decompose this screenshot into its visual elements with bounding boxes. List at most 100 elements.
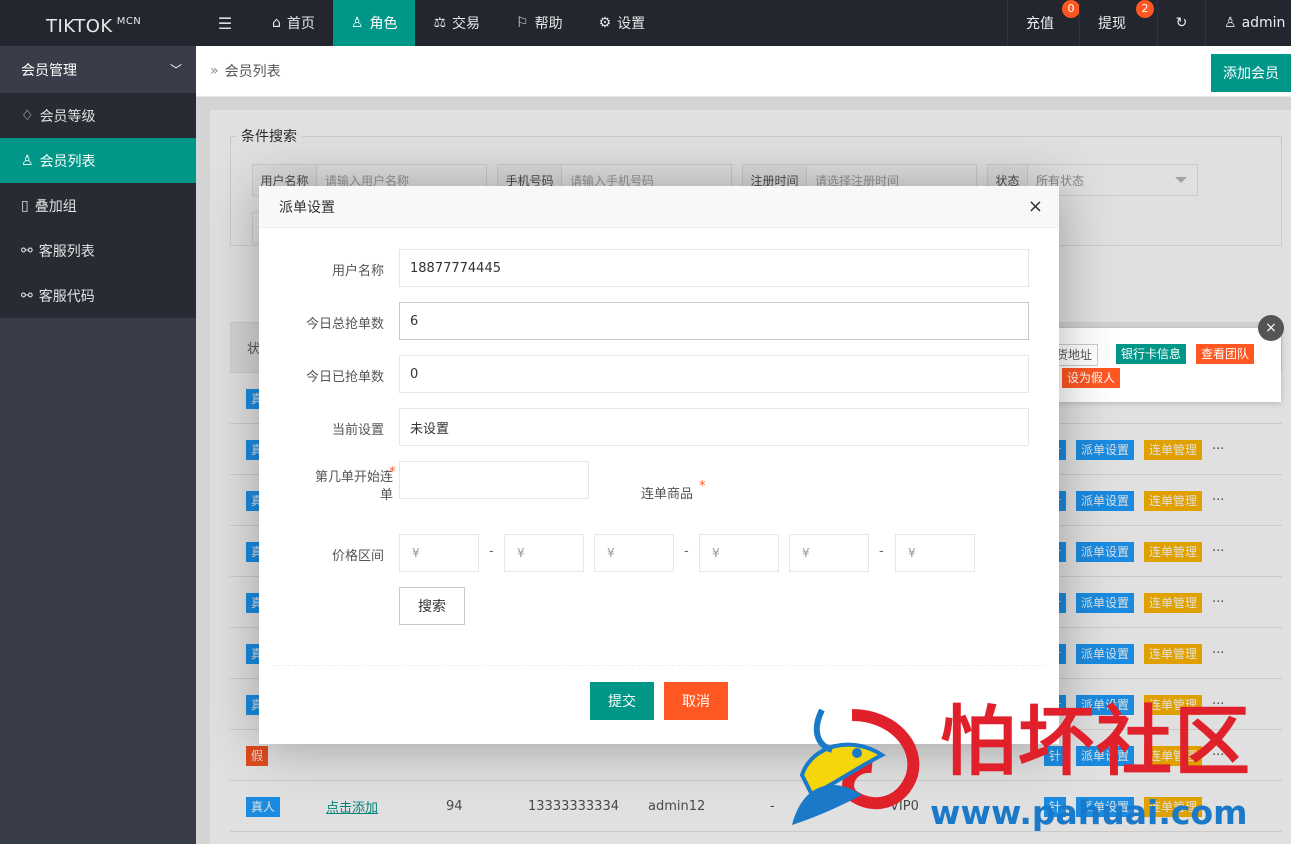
chevron-down-icon: ﹀ — [169, 63, 182, 77]
user-icon: ♙ — [350, 15, 364, 31]
form-row-chain-start: 第几单开始连单 * 连单商品 * — [273, 461, 1044, 511]
current-setting-field[interactable]: 未设置 — [399, 408, 1029, 446]
required-mark: * — [389, 465, 396, 480]
fish-logo-icon — [792, 708, 920, 825]
modal-body: 用户名称 18877774445 今日总抢单数 6 今日已抢单数 0 当前设置 … — [273, 238, 1044, 720]
range-separator: - — [489, 544, 494, 559]
dispatch-settings-modal: 派单设置 × 用户名称 18877774445 今日总抢单数 6 今日已抢单数 … — [259, 186, 1059, 744]
nav-label: 交易 — [452, 16, 481, 32]
top-nav: ⌂ 首页 ♙ 角色 ⚖ 交易 ⚐ 帮助 ⚙ 设置 — [254, 0, 663, 46]
cancel-button[interactable]: 取消 — [664, 682, 728, 720]
required-mark: * — [699, 479, 706, 494]
modal-header: 派单设置 — [259, 186, 1059, 228]
nav-item-settings[interactable]: ⚙ 设置 — [581, 0, 664, 46]
done-orders-field[interactable]: 0 — [399, 355, 1029, 393]
sidebar-group-label: 会员管理 — [21, 62, 77, 79]
sidebar-item-service-list[interactable]: ⚯ 客服列表 — [0, 228, 196, 273]
username-field[interactable]: 18877774445 — [399, 249, 1029, 287]
sidebar: 会员管理 ﹀ ♢ 会员等级 ♙ 会员列表 ▯ 叠加组 ⚯ 客服列表 ⚯ 客服代码 — [0, 46, 196, 844]
withdraw-label: 提现 — [1098, 16, 1126, 32]
sidebar-group-member[interactable]: 会员管理 ﹀ — [0, 46, 196, 93]
total-orders-field[interactable]: 6 — [399, 302, 1029, 340]
logo-text: TIKTOK — [46, 16, 113, 37]
diamond-icon: ♢ — [21, 107, 34, 124]
sidebar-submenu: ♢ 会员等级 ♙ 会员列表 ▯ 叠加组 ⚯ 客服列表 ⚯ 客服代码 — [0, 93, 196, 318]
recharge-badge: 0 — [1062, 0, 1080, 18]
breadcrumb: » 会员列表 添加会员 — [196, 46, 1291, 97]
form-row-current: 当前设置 未设置 — [273, 408, 1044, 446]
submit-button[interactable]: 提交 — [590, 682, 654, 720]
sidebar-item-member-level[interactable]: ♢ 会员等级 — [0, 93, 196, 138]
nav-label: 首页 — [286, 16, 315, 32]
home-icon: ⌂ — [272, 15, 281, 31]
price-max-3[interactable]: ¥ — [895, 534, 975, 572]
form-row-username: 用户名称 18877774445 — [273, 249, 1044, 287]
set-fake-button[interactable]: 设为假人 — [1062, 368, 1121, 388]
nav-label: 角色 — [369, 16, 398, 32]
refresh-icon[interactable]: ↻ — [1157, 0, 1205, 46]
recharge-label: 充值 — [1026, 16, 1054, 32]
close-icon[interactable]: × — [1258, 315, 1284, 341]
username-label: 用户名称 — [331, 264, 384, 279]
breadcrumb-current: 会员列表 — [224, 64, 281, 80]
sidebar-item-label: 叠加组 — [34, 198, 77, 215]
logo-sup: MCN — [116, 16, 142, 27]
sidebar-toggle-icon[interactable]: ☰ — [196, 0, 254, 46]
price-min-2[interactable]: ¥ — [594, 534, 674, 572]
done-label: 今日已抢单数 — [305, 370, 384, 385]
sidebar-item-label: 会员列表 — [39, 153, 96, 170]
nav-item-home[interactable]: ⌂ 首页 — [254, 0, 333, 46]
modal-divider — [273, 665, 1044, 666]
sidebar-item-label: 会员等级 — [39, 108, 96, 125]
flag-icon: ⚐ — [516, 15, 529, 31]
chain-start-label: 第几单开始连单 — [303, 469, 393, 505]
nav-item-trade[interactable]: ⚖ 交易 — [415, 0, 498, 46]
scale-icon: ⚖ — [433, 15, 447, 31]
nav-label: 帮助 — [534, 16, 563, 32]
search-button[interactable]: 搜索 — [399, 587, 465, 625]
price-max-1[interactable]: ¥ — [504, 534, 584, 572]
withdraw-badge: 2 — [1136, 0, 1154, 18]
top-bar: TIKTOK MCN ☰ ⌂ 首页 ♙ 角色 ⚖ 交易 ⚐ 帮助 ⚙ 设置 充值 0 提现 2 … — [0, 0, 1291, 46]
form-row-done: 今日已抢单数 0 — [273, 355, 1044, 393]
sidebar-item-member-list[interactable]: ♙ 会员列表 — [0, 138, 196, 183]
modal-title: 派单设置 — [279, 199, 335, 216]
user-icon: ♙ — [21, 152, 34, 169]
range-separator: - — [879, 544, 884, 559]
nav-item-help[interactable]: ⚐ 帮助 — [498, 0, 581, 46]
bank-info-button[interactable]: 银行卡信息 — [1116, 344, 1187, 364]
view-team-button[interactable]: 查看团队 — [1196, 344, 1255, 364]
chain-start-input[interactable] — [399, 461, 589, 499]
user-name: admin — [1241, 15, 1286, 31]
user-menu[interactable]: ♙ admin — [1205, 0, 1291, 46]
price-label: 价格区间 — [331, 549, 384, 564]
nav-label: 设置 — [617, 16, 646, 32]
sidebar-item-service-code[interactable]: ⚯ 客服代码 — [0, 273, 196, 318]
close-icon[interactable]: × — [1028, 198, 1043, 216]
watermark-url: www.pahuai.com — [930, 793, 1248, 832]
recharge-button[interactable]: 充值 0 — [1007, 0, 1080, 46]
form-row-price: 价格区间 ¥ - ¥ ¥ - ¥ ¥ - ¥ — [273, 534, 1044, 572]
sidebar-item-label: 客服列表 — [38, 243, 95, 260]
nav-item-role[interactable]: ♙ 角色 — [332, 0, 416, 46]
top-right: 充值 0 提现 2 ↻ ♙ admin — [1007, 0, 1291, 46]
link-icon: ⚯ — [21, 287, 33, 304]
price-max-2[interactable]: ¥ — [699, 534, 779, 572]
watermark-text: 怕坏社区 — [940, 697, 1252, 786]
sidebar-item-stack-group[interactable]: ▯ 叠加组 — [0, 183, 196, 228]
chain-goods-label: 连单商品 — [640, 487, 693, 502]
link-icon: ⚯ — [21, 242, 33, 259]
price-min-3[interactable]: ¥ — [789, 534, 869, 572]
gear-icon: ⚙ — [598, 15, 612, 31]
add-member-button[interactable]: 添加会员 — [1211, 54, 1291, 92]
user-icon: ♙ — [1224, 15, 1237, 31]
price-min-1[interactable]: ¥ — [399, 534, 479, 572]
chain-start-label-text: 第几单开始连单 — [314, 470, 393, 503]
action-popover: 收货地址 银行卡信息 查看团队 设为假人 — [1038, 328, 1281, 402]
sidebar-item-label: 客服代码 — [38, 288, 95, 305]
withdraw-button[interactable]: 提现 2 — [1079, 0, 1157, 46]
form-row-total: 今日总抢单数 6 — [273, 302, 1044, 340]
logo[interactable]: TIKTOK MCN — [0, 0, 196, 46]
total-label: 今日总抢单数 — [305, 317, 384, 332]
stack-icon: ▯ — [21, 197, 29, 214]
